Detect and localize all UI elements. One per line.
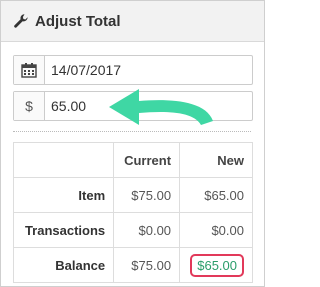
highlighted-new-balance: $65.00: [190, 253, 244, 277]
table-row: Balance $75.00 $65.00: [12, 247, 253, 283]
table-row: Item $75.00 $65.00: [12, 177, 253, 213]
column-header-current: Current: [113, 142, 181, 178]
adjust-total-panel: Adjust Total 14/07/2017 $ 65.00 Current …: [0, 0, 265, 287]
date-field[interactable]: 14/07/2017: [13, 55, 253, 85]
new-value-cell: $65.00: [179, 247, 253, 283]
current-value: $75.00: [113, 177, 181, 213]
panel-title: Adjust Total: [35, 12, 121, 30]
currency-prefix: $: [14, 92, 45, 120]
row-label: Transactions: [12, 212, 115, 248]
panel-header: Adjust Total: [1, 1, 264, 42]
calendar-icon[interactable]: [14, 56, 45, 84]
wrench-icon: [13, 13, 29, 29]
current-value: $0.00: [113, 212, 181, 248]
new-value: $0.00: [179, 212, 253, 248]
column-header-new: New: [179, 142, 253, 178]
row-label: Balance: [12, 247, 115, 283]
current-value: $75.00: [113, 247, 181, 283]
table-row: Transactions $0.00 $0.00: [12, 212, 253, 248]
totals-table: Current New Item $75.00 $65.00 Transacti…: [12, 142, 253, 283]
annotation-arrow-icon: [109, 89, 213, 125]
row-label: Item: [12, 177, 115, 213]
new-value: $65.00: [179, 177, 253, 213]
column-header-blank: [12, 142, 115, 178]
date-input[interactable]: 14/07/2017: [45, 56, 121, 84]
divider: [13, 131, 251, 132]
amount-input[interactable]: 65.00: [45, 92, 86, 120]
